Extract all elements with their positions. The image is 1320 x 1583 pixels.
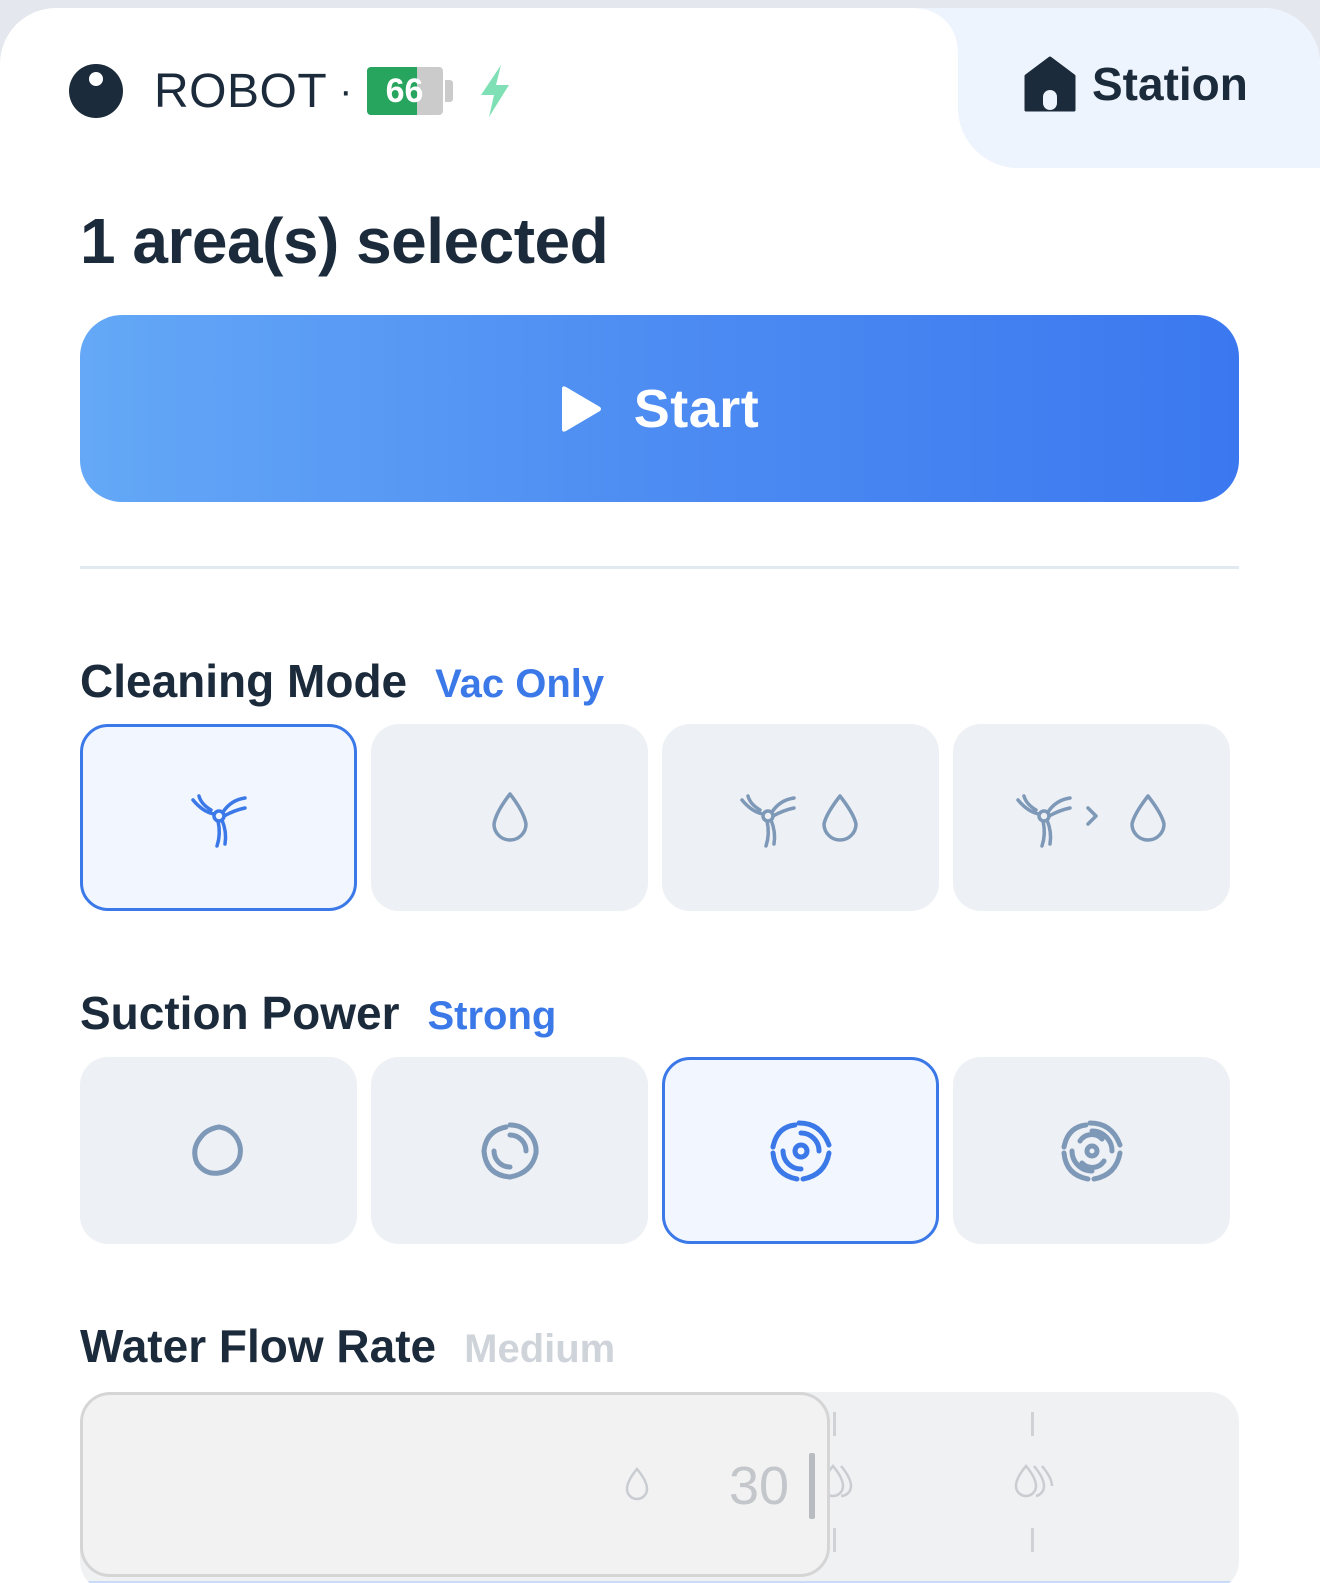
suction-standard[interactable] [371,1057,648,1244]
separator-dot: · [339,68,353,113]
suction-power-value: Strong [427,994,557,1038]
tick-medium-top [833,1412,836,1436]
charging-bolt-icon [480,65,509,117]
suction-quiet-icon [191,1124,243,1176]
tick-medium-bottom [833,1528,836,1552]
water-flow-header: Water Flow Rate Medium [80,1319,615,1373]
cleaning-mode-options [80,724,1230,911]
water-flow-number: 30 [729,1456,790,1516]
cleaning-mode-title: Cleaning Mode [80,655,408,707]
control-sheet: Station ROBOT · 66 1 area(s) selected St… [0,8,1320,1583]
robot-status[interactable]: ROBOT · 66 [68,61,515,121]
divider [80,566,1239,569]
suction-power-title: Suction Power [80,987,400,1039]
station-button[interactable]: Station [1024,56,1248,112]
suction-standard-icon [481,1121,539,1179]
start-button[interactable]: Start [80,315,1239,502]
suction-power-options [80,1057,1230,1244]
water-flow-thumb[interactable]: 30 [80,1392,830,1577]
suction-max-icon [1061,1120,1122,1181]
start-label: Start [633,378,760,439]
water-flow-caret [809,1453,815,1519]
water-high-icon [1014,1464,1054,1498]
robot-avatar-icon [69,64,123,118]
mode-vac-then-mop[interactable] [953,724,1230,911]
page-title: 1 area(s) selected [80,205,609,277]
suction-power-header: Suction Power Strong [80,986,556,1040]
station-label: Station [1092,58,1248,110]
robot-name: ROBOT [154,64,328,118]
station-tab[interactable]: Station [916,8,1320,168]
water-flow-title: Water Flow Rate [80,1320,437,1372]
water-flow-slider[interactable]: 30 [80,1392,1239,1583]
mode-vac-only[interactable] [80,724,357,911]
play-icon [561,385,601,432]
water-flow-value: Medium [464,1327,616,1371]
cleaning-mode-header: Cleaning Mode Vac Only [80,654,604,708]
suction-strong[interactable] [662,1057,939,1244]
tick-high-top [1031,1412,1034,1436]
mode-mop-only[interactable] [371,724,648,911]
battery-level: 66 [385,72,424,110]
vacuum-icon [190,793,247,848]
vacuum-then-mop-icon [1015,793,1166,848]
vacuum-and-mop-icon [739,793,858,848]
water-low-icon [625,1467,649,1501]
suction-strong-icon [770,1120,831,1181]
home-icon [1024,56,1076,112]
battery-indicator: 66 [366,67,453,115]
suction-quiet[interactable] [80,1057,357,1244]
mode-vac-and-mop[interactable] [662,724,939,911]
cleaning-mode-value: Vac Only [435,662,605,706]
suction-max[interactable] [953,1057,1230,1244]
mop-drop-icon [491,791,528,842]
tick-high-bottom [1031,1528,1034,1552]
